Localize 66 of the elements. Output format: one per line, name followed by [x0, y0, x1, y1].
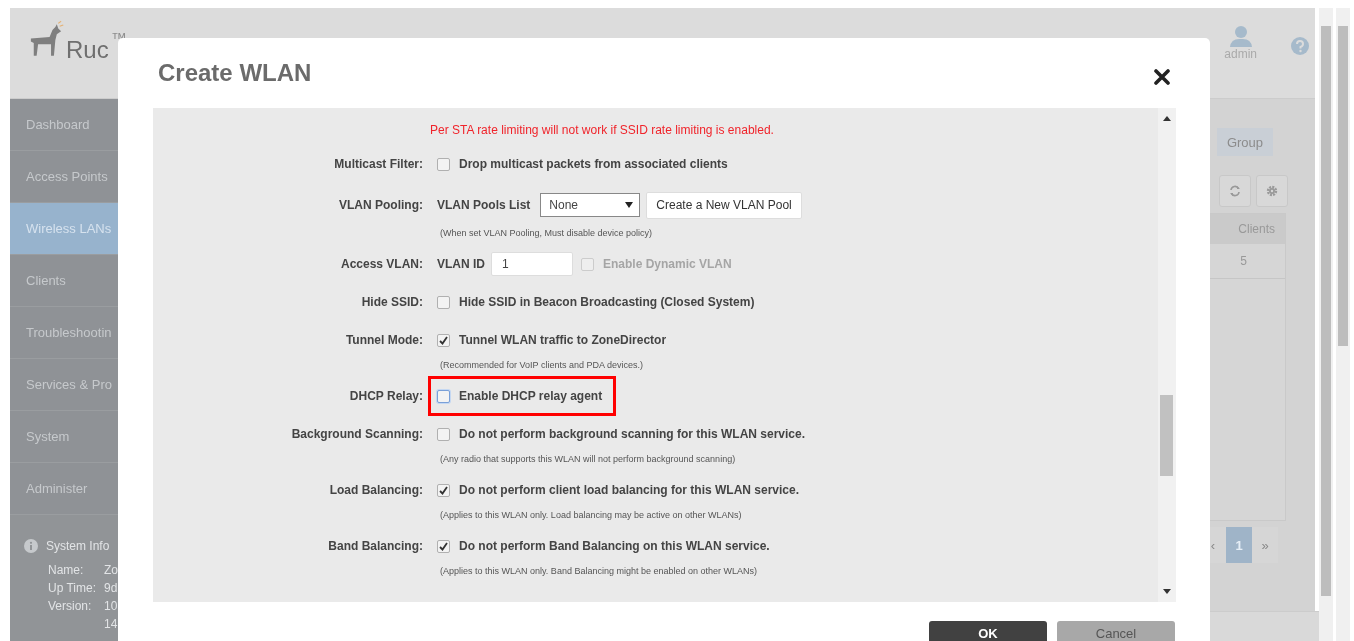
dialog-button[interactable]: Cancel [1057, 621, 1175, 641]
warning-text: Per STA rate limiting will not work if SSID rate limiting is enabled. [429, 122, 775, 139]
scroll-down-icon[interactable] [1163, 589, 1171, 594]
scrollbar[interactable] [1336, 8, 1350, 641]
field-label: VLAN ID [437, 257, 485, 271]
field-label: Version: [48, 599, 93, 613]
field-label: Background Scanning: [290, 427, 423, 441]
checkbox-label[interactable]: Tunnel WLAN traffic to ZoneDirector [459, 333, 667, 347]
scroll-up-icon[interactable] [1163, 116, 1171, 121]
create-vlan-pool-button[interactable]: Create a New VLAN Pool [646, 191, 802, 219]
checkbox[interactable] [437, 539, 450, 553]
scrollbar-thumb[interactable] [1321, 26, 1331, 596]
scrollbar[interactable] [1319, 8, 1333, 641]
dialog-button[interactable]: OK [929, 621, 1047, 641]
scrollbar-thumb[interactable] [1160, 395, 1173, 476]
hint-text: (Any radio that supports this WLAN will not perform background scanning) [439, 453, 737, 465]
logo-text: Ruc [66, 36, 109, 64]
hint-text: (Applies to this WLAN only. Band Balancing might be enabled on other WLANs) [439, 565, 758, 577]
info-icon [24, 539, 38, 553]
caret-icon [625, 202, 634, 208]
checkbox-label[interactable]: Do not perform Band Balancing on this WLAN service. [459, 539, 770, 553]
field-value: Zo [104, 563, 119, 577]
field-value: 9d [104, 581, 119, 595]
hint-text: (When set VLAN Pooling, Must disable device policy) [439, 227, 654, 239]
field-value: 14 [104, 617, 119, 631]
checkbox[interactable] [437, 333, 450, 347]
field-label: Multicast Filter: [333, 157, 423, 171]
settings-icon [1266, 185, 1278, 197]
dropdown[interactable]: None [540, 193, 641, 217]
system-info-title: System Info [46, 539, 110, 553]
trademark-mark: ™ [110, 30, 127, 48]
scrollbar-thumb[interactable] [1338, 26, 1348, 346]
field-label: Band Balancing: [327, 539, 423, 553]
field-value: 10 [104, 599, 119, 613]
field-label: VLAN Pools List [437, 198, 531, 212]
refresh-button[interactable] [1219, 175, 1251, 207]
field-label: Hide SSID: [360, 295, 423, 309]
field-label: DHCP Relay: [348, 389, 423, 403]
checkbox-label[interactable]: Hide SSID in Beacon Broadcasting (Closed System) [459, 295, 755, 309]
hint-text: (Recommended for VoIP clients and PDA devices.) [439, 359, 644, 371]
tab[interactable]: Group [1217, 128, 1273, 156]
checkbox[interactable] [437, 157, 450, 171]
close-icon[interactable] [1154, 69, 1170, 85]
dialog-title: Create WLAN [158, 59, 312, 87]
field-label: Access VLAN: [339, 257, 423, 271]
input-field[interactable]: 1 [491, 252, 573, 276]
scrollbar[interactable] [1158, 108, 1176, 602]
settings-button[interactable] [1256, 175, 1288, 207]
checkbox[interactable] [437, 427, 450, 441]
field-label: Name: [48, 563, 85, 577]
help-icon[interactable] [1291, 37, 1309, 55]
user-icon[interactable] [1228, 25, 1253, 47]
checkbox-label[interactable]: Do not perform background scanning for this WLAN service. [459, 427, 806, 441]
hint-text: (Applies to this WLAN only. Load balancing may be active on other WLANs) [439, 509, 743, 521]
field-label: Tunnel Mode: [344, 333, 423, 347]
field-label: Load Balancing: [328, 483, 423, 497]
checkbox[interactable] [437, 483, 450, 497]
page-button[interactable]: 1 [1226, 527, 1252, 563]
field-label: Up Time: [48, 581, 97, 595]
checkbox-label[interactable]: Enable DHCP relay agent [459, 389, 603, 403]
refresh-icon [1229, 185, 1241, 197]
checkbox[interactable] [437, 295, 450, 309]
field-label: VLAN Pooling: [338, 198, 423, 212]
checkbox[interactable] [437, 389, 450, 403]
checkbox-label[interactable]: Drop multicast packets from associated clients [459, 157, 728, 171]
checkbox-label[interactable]: Do not perform client load balancing for this WLAN service. [459, 483, 800, 497]
